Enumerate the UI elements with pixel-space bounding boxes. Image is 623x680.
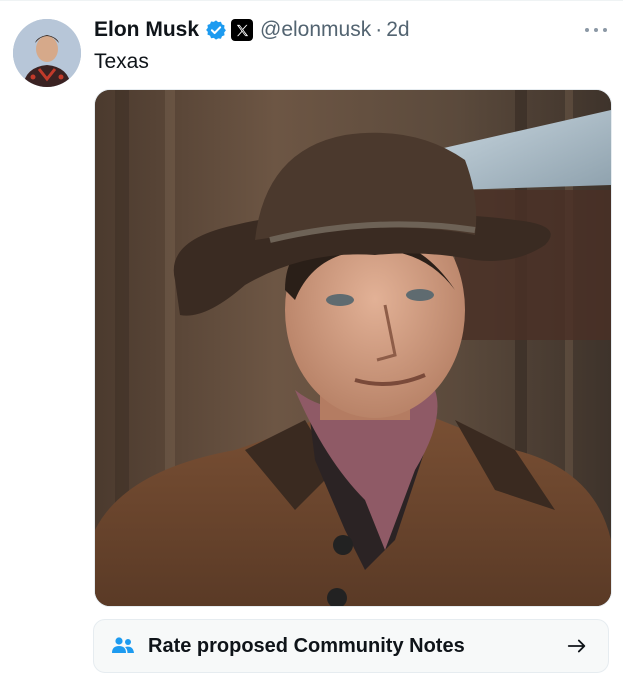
more-options-icon[interactable]: [585, 22, 607, 38]
more-dot: [594, 28, 598, 32]
separator-dot: ·: [375, 18, 383, 41]
post-timestamp[interactable]: 2d: [386, 18, 409, 42]
avatar[interactable]: [13, 19, 81, 87]
tweet-header: Elon Musk @elonmusk · 2d: [94, 15, 410, 45]
avatar-image: [13, 19, 81, 87]
display-name[interactable]: Elon Musk: [94, 18, 199, 42]
community-notes-label: Rate proposed Community Notes: [148, 634, 465, 657]
top-divider: [0, 0, 623, 1]
more-dot: [603, 28, 607, 32]
arrow-right-icon: [566, 635, 588, 657]
community-notes-button[interactable]: Rate proposed Community Notes: [93, 619, 609, 673]
x-logo-icon[interactable]: [231, 19, 254, 41]
tweet-image[interactable]: [94, 89, 612, 607]
tweet-text: Texas: [94, 50, 149, 73]
user-handle[interactable]: @elonmusk: [260, 18, 371, 42]
people-icon: [110, 635, 136, 657]
verified-badge-icon[interactable]: [205, 19, 227, 41]
cowboy-portrait-image: [95, 90, 611, 606]
more-dot: [585, 28, 589, 32]
